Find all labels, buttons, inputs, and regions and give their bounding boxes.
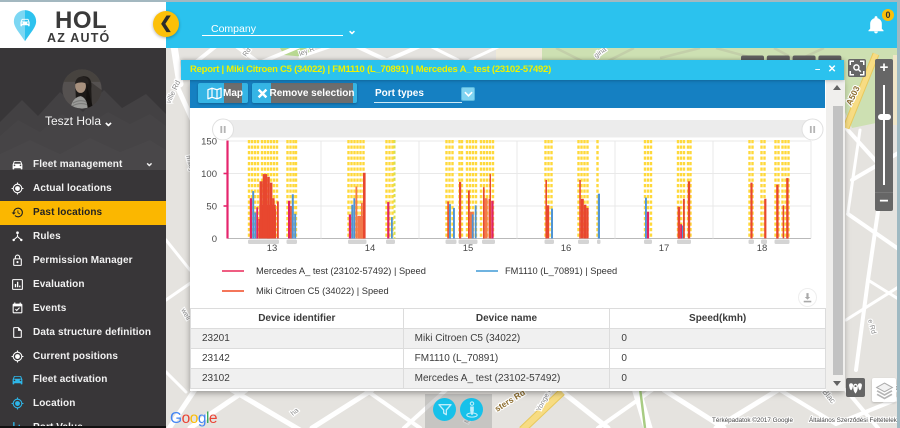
svg-text:Általános Szerződési Feltétele: Általános Szerződési Feltételek <box>809 415 898 424</box>
svg-text:Google: Google <box>170 410 217 427</box>
svg-text:Térképadatok ©2017 Google: Térképadatok ©2017 Google <box>712 416 793 424</box>
